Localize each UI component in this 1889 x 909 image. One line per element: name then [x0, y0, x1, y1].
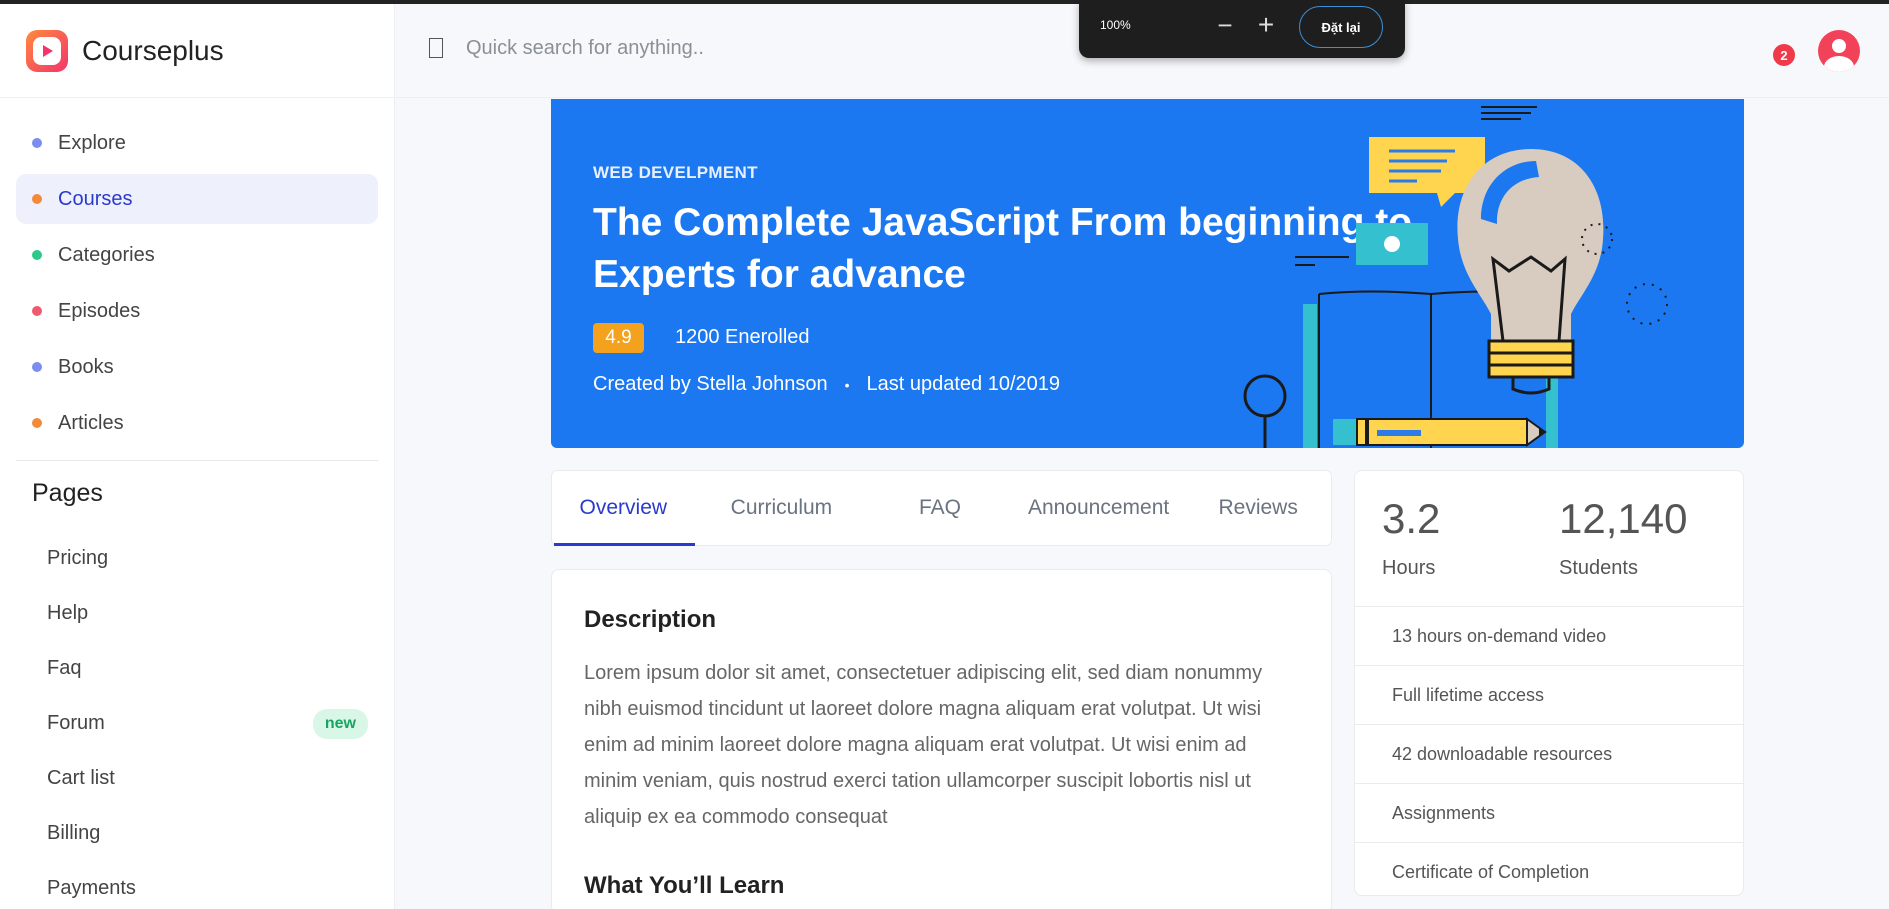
- avatar-head: [1832, 39, 1846, 53]
- hero-illustration: [1243, 106, 1668, 448]
- sidebar-nav: Explore Courses Categories Episodes Book…: [0, 98, 394, 461]
- page-label: Help: [47, 602, 89, 624]
- sidebar-page-cart-list[interactable]: Cart list: [0, 751, 394, 806]
- feature-list: 13 hours on-demand video Full lifetime a…: [1355, 606, 1743, 901]
- tab-reviews[interactable]: Reviews: [1185, 471, 1331, 545]
- play-dot-icon: [1384, 236, 1400, 252]
- author-link[interactable]: Stella Johnson: [696, 373, 827, 396]
- magnifier-icon: [1243, 374, 1287, 448]
- sidebar-item-articles[interactable]: Articles: [16, 398, 378, 448]
- sidebar-item-label: Courses: [58, 187, 133, 210]
- meta-separator: •: [844, 376, 850, 393]
- brand-name: Courseplus: [82, 34, 224, 66]
- notification-badge[interactable]: 2: [1773, 44, 1795, 66]
- page-label: Payments: [47, 877, 136, 899]
- dotted-circle-icon: [1626, 283, 1668, 325]
- zoom-in-button[interactable]: +: [1253, 11, 1279, 39]
- sidebar-item-explore[interactable]: Explore: [16, 118, 378, 168]
- sidebar-page-payments[interactable]: Payments: [0, 861, 394, 909]
- sidebar-item-label: Articles: [58, 411, 124, 434]
- course-hero: WEB DEVELPMENT The Complete JavaScript F…: [551, 99, 1744, 448]
- feature-item: Certificate of Completion: [1355, 842, 1743, 901]
- students-label: Students: [1559, 557, 1638, 579]
- tab-faq[interactable]: FAQ: [868, 471, 1012, 545]
- course-category: WEB DEVELPMENT: [593, 163, 758, 182]
- sidebar-item-label: Explore: [58, 131, 126, 154]
- sidebar-item-label: Categories: [58, 243, 155, 266]
- brand[interactable]: Courseplus: [0, 4, 394, 98]
- brand-logo-icon: [26, 29, 68, 72]
- search-icon: [429, 38, 443, 58]
- feature-item: 13 hours on-demand video: [1355, 606, 1743, 665]
- feature-item: Assignments: [1355, 783, 1743, 842]
- description-title: Description: [584, 606, 717, 633]
- sidebar-page-pricing[interactable]: Pricing: [0, 531, 394, 586]
- avatar[interactable]: [1818, 30, 1860, 72]
- sidebar: Courseplus Explore Courses Categories Ep…: [0, 4, 395, 909]
- sidebar-item-label: Episodes: [58, 299, 141, 322]
- enrolled-count: 1200 Enerolled: [675, 326, 810, 348]
- zoom-out-button[interactable]: −: [1212, 12, 1238, 39]
- dot-icon: [32, 194, 42, 204]
- new-badge: new: [312, 708, 368, 739]
- decor-lines: [1481, 106, 1537, 120]
- sidebar-page-forum[interactable]: Forum new: [0, 696, 394, 751]
- dot-icon: [32, 306, 42, 316]
- feature-item: Full lifetime access: [1355, 665, 1743, 724]
- dot-icon: [32, 250, 42, 260]
- description-body: Lorem ipsum dolor sit amet, consectetuer…: [584, 662, 1263, 828]
- dot-icon: [32, 418, 42, 428]
- page-label: Pricing: [47, 547, 109, 569]
- sidebar-item-courses[interactable]: Courses: [16, 174, 378, 224]
- page-label: Faq: [47, 657, 82, 679]
- tab-announcement[interactable]: Announcement: [1012, 471, 1186, 545]
- pencil-icon: [1333, 417, 1547, 447]
- students-stat: 12,140 Students: [1559, 495, 1687, 580]
- page-label: Forum: [47, 712, 105, 734]
- tab-overview[interactable]: Overview: [552, 471, 695, 546]
- dot-icon: [32, 138, 42, 148]
- page-label: Billing: [47, 822, 101, 844]
- sidebar-item-episodes[interactable]: Episodes: [16, 286, 378, 336]
- search-input[interactable]: [466, 30, 966, 66]
- tab-curriculum[interactable]: Curriculum: [695, 471, 869, 545]
- avatar-body: [1824, 56, 1854, 72]
- hours-value: 3.2: [1382, 495, 1441, 542]
- sidebar-page-faq[interactable]: Faq: [0, 641, 394, 696]
- created-by-label: Created by: [593, 373, 691, 395]
- hours-stat: 3.2 Hours: [1382, 495, 1440, 580]
- zoom-reset-button[interactable]: Đặt lại: [1299, 6, 1383, 48]
- sidebar-page-help[interactable]: Help: [0, 586, 394, 641]
- pages-heading: Pages: [32, 479, 103, 507]
- hours-label: Hours: [1382, 557, 1436, 579]
- zoom-level: 100%: [1100, 18, 1131, 32]
- sidebar-item-label: Books: [58, 355, 114, 378]
- course-tabs: Overview Curriculum FAQ Announcement Rev…: [551, 470, 1332, 546]
- course-meta: Created by Stella Johnson • Last updated…: [593, 373, 1060, 396]
- sidebar-item-books[interactable]: Books: [16, 342, 378, 392]
- zoom-popup: 100% − + Đặt lại: [1079, 0, 1405, 58]
- description-card: Description Lorem ipsum dolor sit amet, …: [551, 569, 1332, 909]
- course-stats-card: 3.2 Hours 12,140 Students 13 hours on-de…: [1354, 470, 1744, 896]
- learn-title: What You’ll Learn: [584, 872, 785, 899]
- lightbulb-icon: [1457, 149, 1604, 395]
- students-value: 12,140: [1559, 495, 1688, 542]
- page-label: Cart list: [47, 767, 115, 789]
- last-updated: Last updated 10/2019: [866, 373, 1061, 395]
- dot-icon: [32, 362, 42, 372]
- feature-item: 42 downloadable resources: [1355, 724, 1743, 783]
- sidebar-item-categories[interactable]: Categories: [16, 230, 378, 280]
- rating-badge: 4.9: [593, 323, 644, 353]
- sidebar-page-billing[interactable]: Billing: [0, 806, 394, 861]
